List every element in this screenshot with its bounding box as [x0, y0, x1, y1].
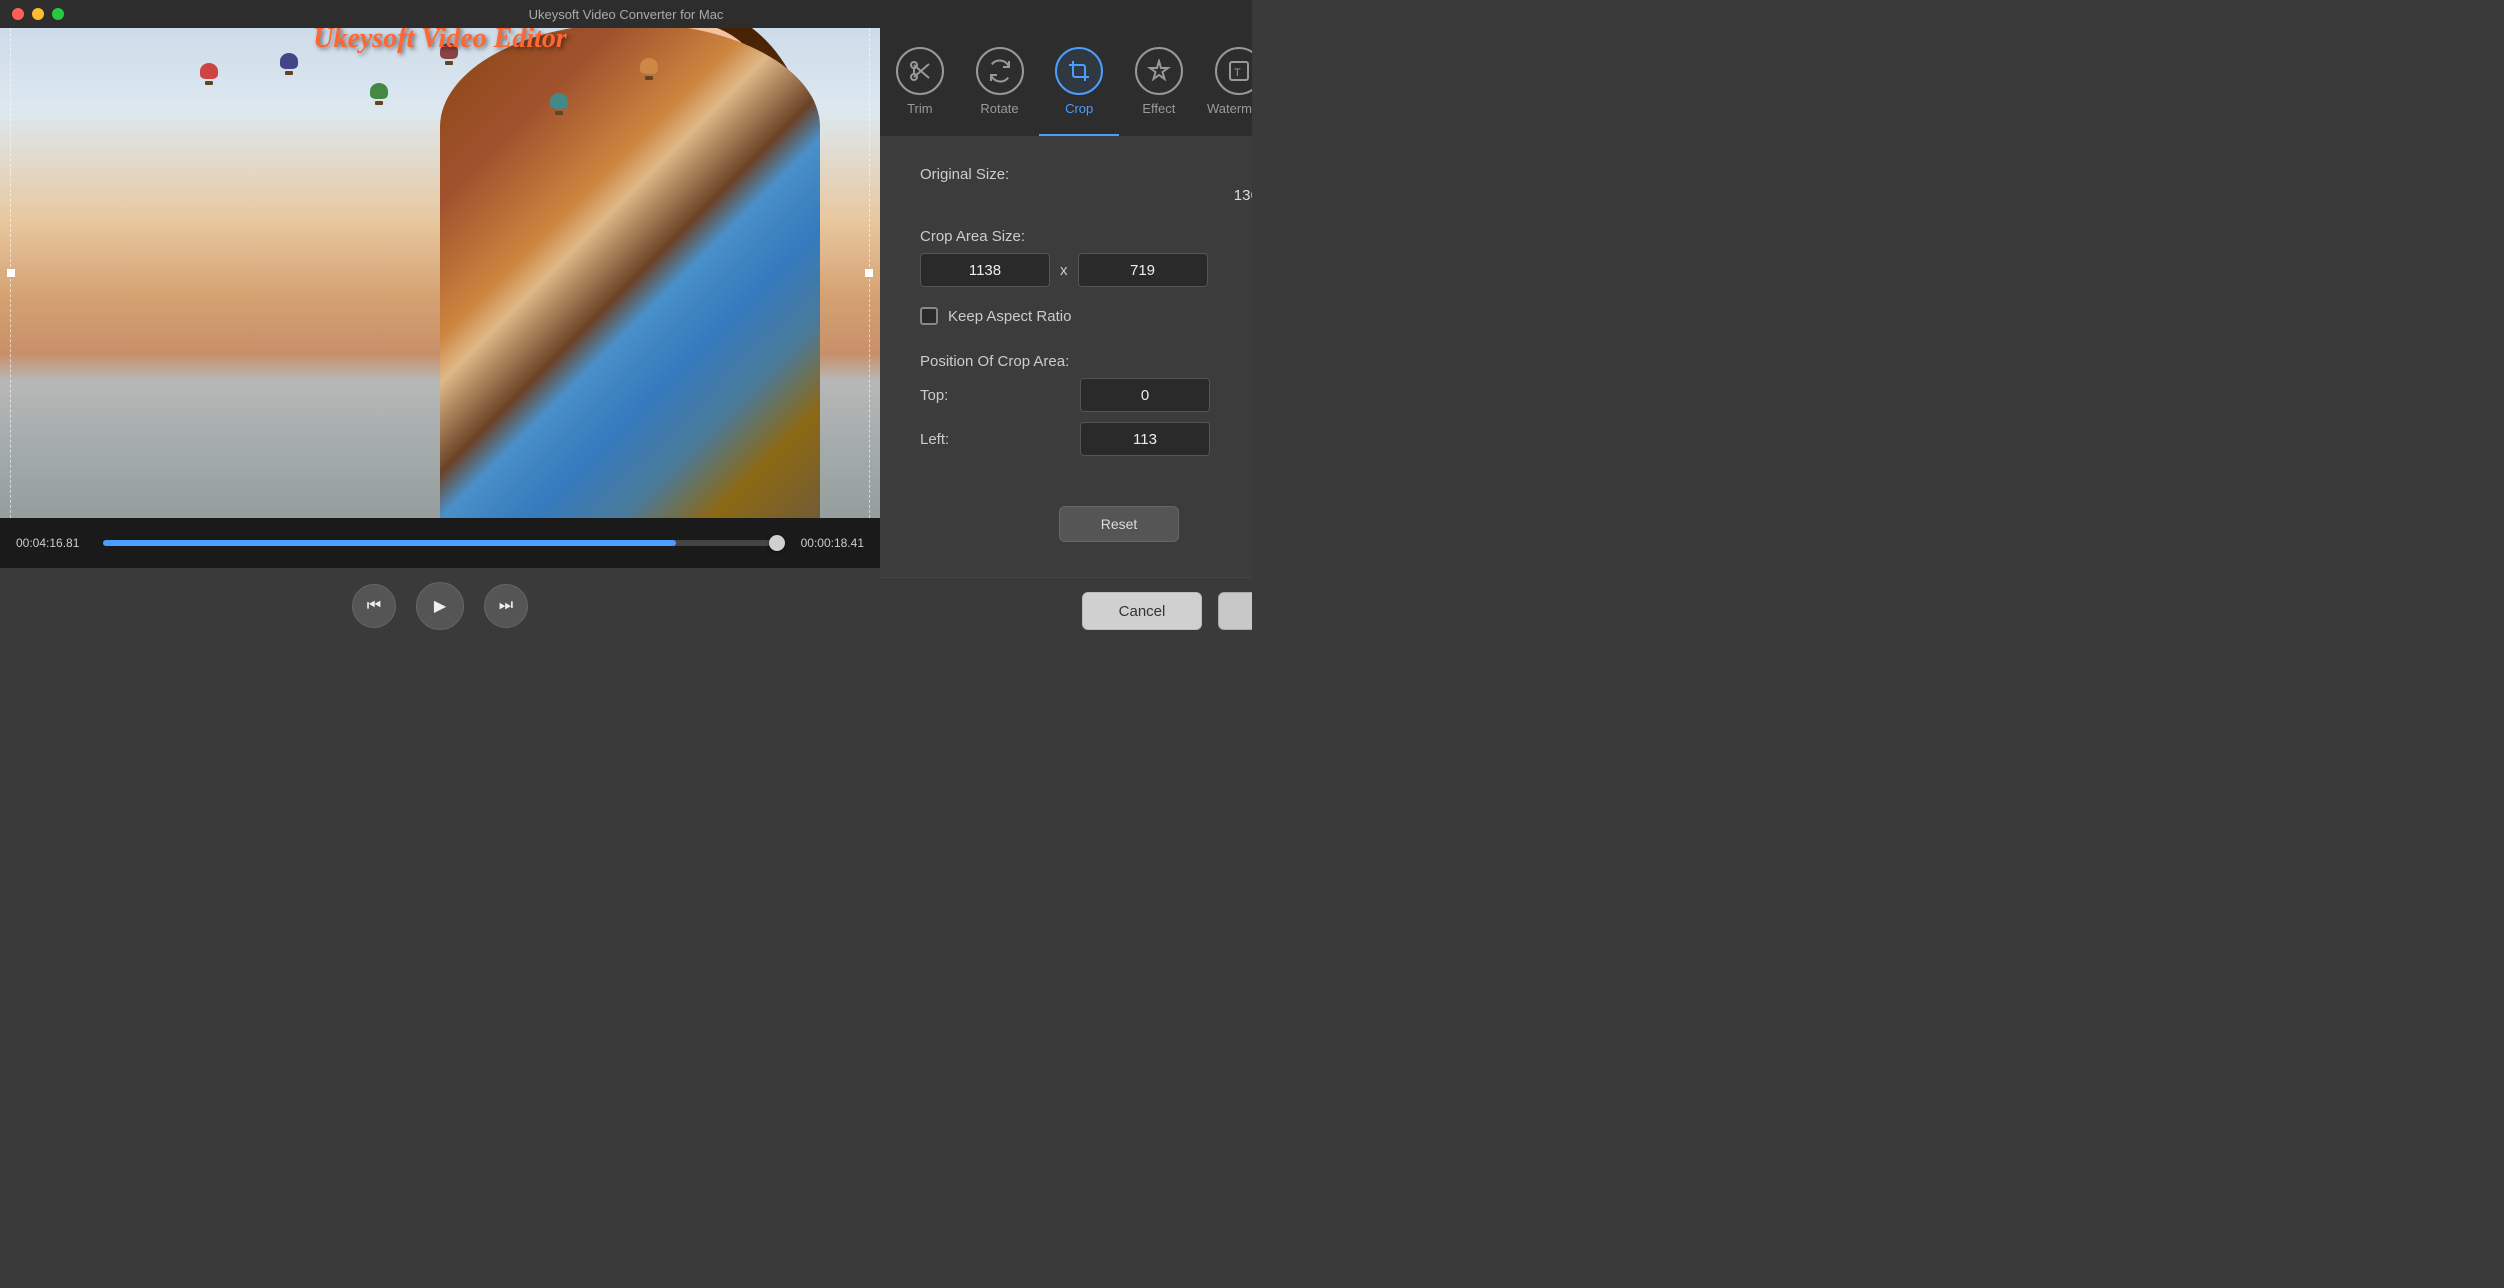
top-row: Top:: [920, 378, 1252, 412]
right-panel: Trim Rotate: [880, 28, 1252, 644]
crop-width-input[interactable]: [920, 253, 1050, 287]
video-title: Ukeysoft Video Editor: [313, 28, 567, 55]
top-value-input[interactable]: [1080, 378, 1210, 412]
keep-aspect-ratio-label: Keep Aspect Ratio: [948, 308, 1071, 325]
play-button[interactable]: ▶: [416, 582, 464, 630]
playback-controls: ⏮ ▶ ⏭: [0, 568, 880, 644]
tabs-bar: Trim Rotate: [880, 28, 1252, 136]
play-icon: ▶: [434, 596, 446, 616]
tab-crop[interactable]: Crop: [1039, 28, 1119, 136]
bottom-bar: Cancel Done: [880, 577, 1252, 644]
rotate-icon: [976, 47, 1024, 95]
window-title: Ukeysoft Video Converter for Mac: [529, 7, 724, 22]
video-container: Ukeysoft Video Editor: [0, 28, 880, 518]
crop-icon: [1055, 47, 1103, 95]
original-size-label: Original Size:: [920, 166, 1252, 183]
tab-trim-label: Trim: [907, 101, 933, 116]
watermark-icon: T: [1215, 47, 1252, 95]
video-area: Ukeysoft Video Editor 00:04:16.81: [0, 28, 880, 644]
progress-track[interactable]: [103, 540, 777, 546]
tab-effect-label: Effect: [1142, 101, 1175, 116]
progress-fill: [103, 540, 676, 546]
next-button[interactable]: ⏭: [484, 584, 528, 628]
main-content: Ukeysoft Video Editor 00:04:16.81: [0, 28, 1252, 644]
tab-rotate-label: Rotate: [980, 101, 1018, 116]
video-frame: Ukeysoft Video Editor: [0, 28, 880, 518]
timeline-area: 00:04:16.81 00:00:18.41: [0, 518, 880, 568]
tab-watermark-label: Watermark: [1207, 101, 1252, 116]
balloon-5: [550, 93, 568, 115]
person-element: [440, 28, 820, 518]
done-button[interactable]: Done: [1218, 592, 1252, 630]
keep-aspect-ratio-checkbox[interactable]: [920, 307, 938, 325]
crop-x-separator: x: [1060, 262, 1068, 279]
tab-trim[interactable]: Trim: [880, 28, 960, 136]
cancel-button[interactable]: Cancel: [1082, 592, 1202, 630]
crop-area-label: Crop Area Size:: [920, 228, 1252, 245]
balloon-1: [200, 63, 218, 85]
time-elapsed: 00:04:16.81: [16, 536, 91, 550]
keep-aspect-ratio-row: Keep Aspect Ratio: [920, 307, 1252, 325]
prev-icon: ⏮: [367, 597, 381, 615]
reset-button[interactable]: Reset: [1059, 506, 1179, 542]
crop-height-input[interactable]: [1078, 253, 1208, 287]
prev-button[interactable]: ⏮: [352, 584, 396, 628]
top-label: Top:: [920, 387, 980, 404]
left-label: Left:: [920, 431, 980, 448]
position-label: Position Of Crop Area:: [920, 353, 1252, 370]
tab-watermark[interactable]: T Watermark: [1199, 28, 1252, 136]
balloon-2: [280, 53, 298, 75]
progress-thumb[interactable]: [769, 535, 785, 551]
title-bar: Ukeysoft Video Converter for Mac: [0, 0, 1252, 28]
window-controls[interactable]: [12, 8, 64, 20]
trim-icon: [896, 47, 944, 95]
left-row: Left:: [920, 422, 1252, 456]
left-value-input[interactable]: [1080, 422, 1210, 456]
tab-crop-label: Crop: [1065, 101, 1093, 116]
effect-icon: [1135, 47, 1183, 95]
balloon-3: [370, 83, 388, 105]
balloon-6: [640, 58, 658, 80]
position-section: Position Of Crop Area: Top: Left:: [920, 353, 1252, 466]
time-remaining: 00:00:18.41: [789, 536, 864, 550]
tab-rotate[interactable]: Rotate: [960, 28, 1040, 136]
original-size-value: 1360 x 720: [920, 187, 1252, 204]
svg-text:T: T: [1234, 67, 1241, 79]
close-button[interactable]: [12, 8, 24, 20]
maximize-button[interactable]: [52, 8, 64, 20]
panel-content: Original Size: 1360 x 720 Crop Area Size…: [880, 136, 1252, 577]
crop-area-section: Crop Area Size: x: [920, 228, 1252, 287]
next-icon: ⏭: [499, 597, 513, 615]
minimize-button[interactable]: [32, 8, 44, 20]
crop-size-inputs: x: [920, 253, 1252, 287]
tab-effect[interactable]: Effect: [1119, 28, 1199, 136]
original-size-section: Original Size: 1360 x 720: [920, 166, 1252, 204]
